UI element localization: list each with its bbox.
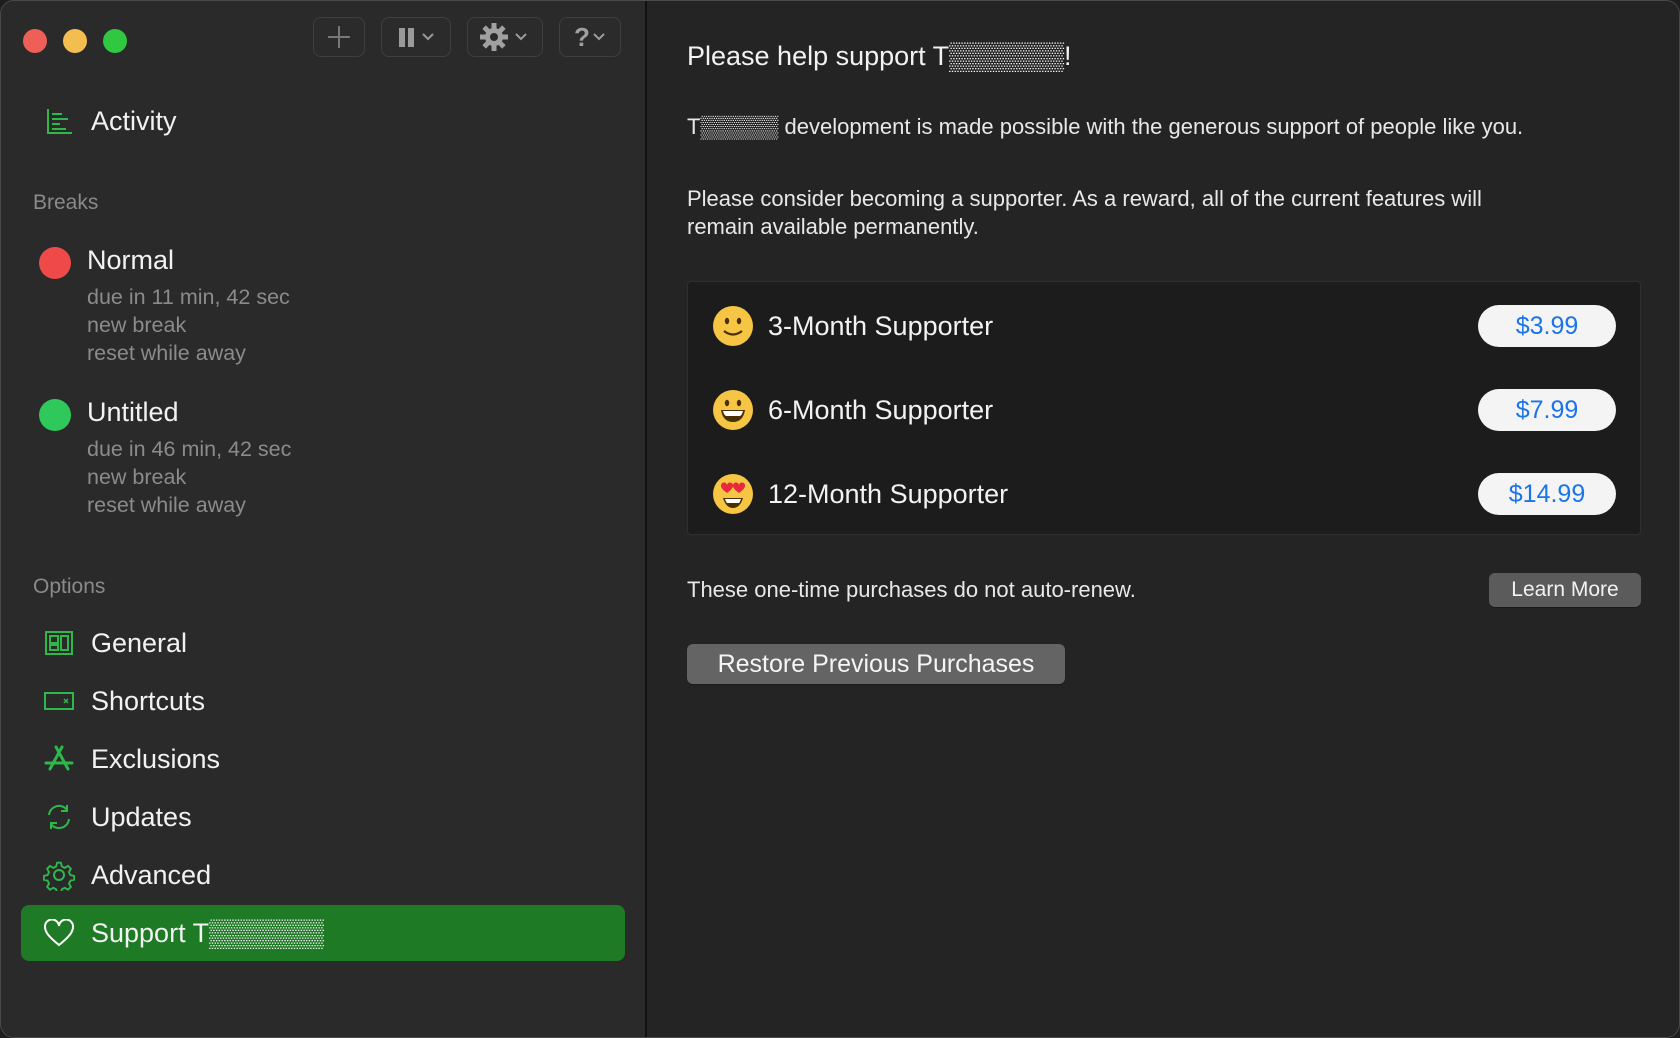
sidebar-item-general[interactable]: General xyxy=(21,615,625,671)
plan-name: 6-Month Supporter xyxy=(768,394,994,425)
sidebar-item-updates[interactable]: Updates xyxy=(21,789,625,845)
break-status-dot xyxy=(39,399,71,431)
break-type: new break xyxy=(87,465,187,489)
sidebar-item-advanced[interactable]: Advanced xyxy=(21,847,625,903)
page-title: Please help support T▒▒▒▒▒▒! xyxy=(687,41,1072,71)
reward-paragraph: Please consider becoming a supporter. As… xyxy=(687,186,1482,239)
sidebar-item-label: Exclusions xyxy=(91,743,221,774)
break-reset: reset while away xyxy=(87,493,246,517)
auto-renew-note: These one-time purchases do not auto-ren… xyxy=(687,577,1136,602)
restore-purchases-button[interactable]: Restore Previous Purchases xyxy=(687,644,1065,684)
heart-eyes-face-icon xyxy=(712,473,754,515)
refresh-icon xyxy=(35,802,83,832)
pause-icon xyxy=(399,28,434,47)
minimize-button[interactable] xyxy=(63,29,87,53)
sidebar-item-exclusions[interactable]: Exclusions xyxy=(21,731,625,787)
app-window: ? Activity Breaks Normal due in 11 min, … xyxy=(0,0,1680,1038)
plan-row-6-month: 6-Month Supporter $7.99 xyxy=(712,380,1616,440)
break-details: due in 46 min, 42 sec new break reset wh… xyxy=(87,435,291,519)
learn-more-button[interactable]: Learn More xyxy=(1489,573,1641,607)
break-details: due in 11 min, 42 sec new break reset wh… xyxy=(87,283,290,367)
question-icon: ? xyxy=(574,22,605,52)
plan-name: 3-Month Supporter xyxy=(768,310,994,341)
break-name: Normal xyxy=(87,245,175,275)
window-controls xyxy=(23,29,127,53)
break-due: due in 11 min, 42 sec xyxy=(87,285,290,309)
sidebar-item-label: Advanced xyxy=(91,859,212,890)
buy-12-month-button[interactable]: $14.99 xyxy=(1478,473,1616,515)
general-icon xyxy=(35,629,83,657)
break-type: new break xyxy=(87,313,187,337)
help-menu-button[interactable]: ? xyxy=(559,17,621,57)
plan-row-3-month: 3-Month Supporter $3.99 xyxy=(712,296,1616,356)
keyboard-icon xyxy=(35,689,83,713)
plan-name: 12-Month Supporter xyxy=(768,478,1009,509)
options-section-header: Options xyxy=(33,575,106,598)
sidebar-item-label: Support T▒▒▒▒▒▒ xyxy=(91,917,324,948)
plan-row-12-month: 12-Month Supporter $14.99 xyxy=(712,464,1616,524)
sidebar-item-support[interactable]: Support T▒▒▒▒▒▒ xyxy=(21,905,625,961)
break-name: Untitled xyxy=(87,397,179,427)
break-due: due in 46 min, 42 sec xyxy=(87,437,292,461)
intro-paragraph: T▒▒▒▒▒ development is made possible with… xyxy=(687,114,1524,139)
zoom-button[interactable] xyxy=(103,29,127,53)
heart-icon xyxy=(35,919,83,947)
activity-icon xyxy=(35,106,83,136)
sidebar-item-activity[interactable]: Activity xyxy=(21,93,625,149)
break-status-dot xyxy=(39,247,71,279)
sidebar-item-shortcuts[interactable]: Shortcuts xyxy=(21,673,625,729)
settings-menu-button[interactable] xyxy=(467,17,543,57)
add-button[interactable] xyxy=(313,17,365,57)
gear-icon xyxy=(35,859,83,891)
support-pane: Please help support T▒▒▒▒▒▒! T▒▒▒▒▒ deve… xyxy=(647,1,1679,1037)
break-reset: reset while away xyxy=(87,341,246,365)
sidebar-item-label: Shortcuts xyxy=(91,685,206,716)
sidebar-item-label: Updates xyxy=(91,801,192,832)
sidebar-item-label: General xyxy=(91,627,188,658)
pause-menu-button[interactable] xyxy=(381,17,451,57)
close-button[interactable] xyxy=(23,29,47,53)
breaks-section-header: Breaks xyxy=(33,191,99,214)
sidebar: ? Activity Breaks Normal due in 11 min, … xyxy=(1,1,647,1037)
app-store-icon xyxy=(35,743,83,775)
plus-icon xyxy=(328,26,350,48)
slightly-smiling-face-icon xyxy=(712,305,754,347)
grinning-face-icon xyxy=(712,389,754,431)
sidebar-item-label: Activity xyxy=(91,105,177,136)
supporter-plans-list: 3-Month Supporter $3.99 6-Month Supporte… xyxy=(687,281,1641,535)
buy-6-month-button[interactable]: $7.99 xyxy=(1478,389,1616,431)
buy-3-month-button[interactable]: $3.99 xyxy=(1478,305,1616,347)
svg-text:?: ? xyxy=(574,22,590,52)
gear-icon xyxy=(480,23,527,51)
